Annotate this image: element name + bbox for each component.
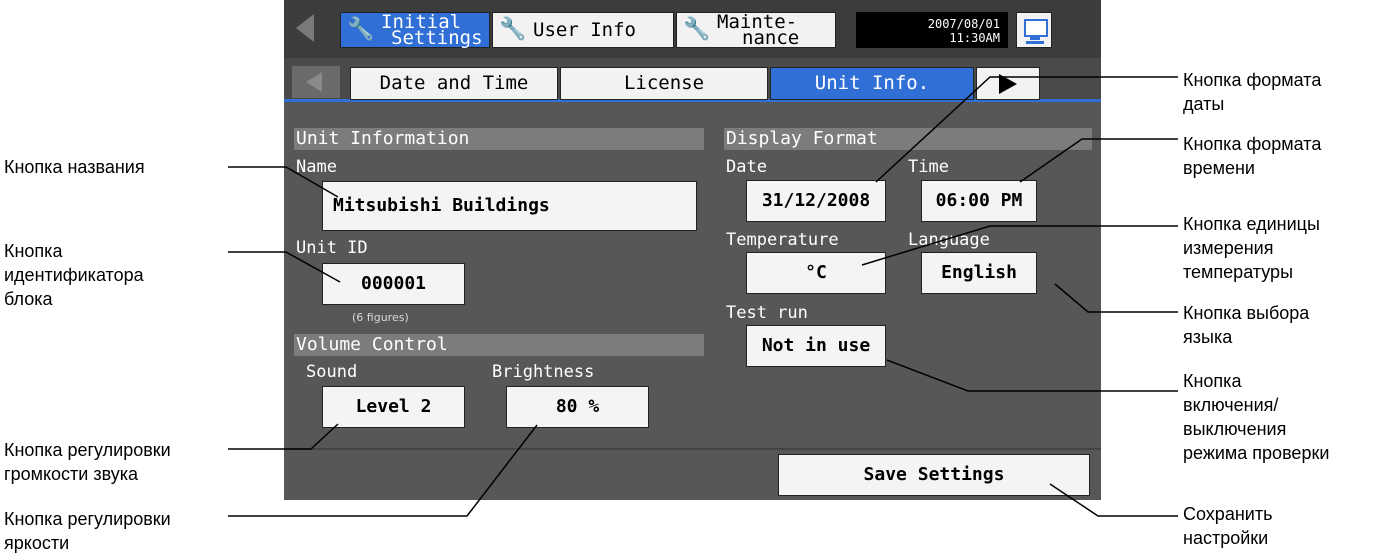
top-menu-bar: 🔧 Initial Settings 🔧 User Info 🔧 Mainte-… [284, 0, 1101, 58]
subtab-license[interactable]: License [560, 67, 768, 100]
clock-time: 11:30AM [949, 31, 1000, 45]
subtab-date-and-time[interactable]: Date and Time [350, 67, 558, 100]
tab-user-info[interactable]: 🔧 User Info [492, 12, 674, 48]
tab-user-info-label: User Info [533, 19, 636, 41]
display-format-header: Display Format [724, 128, 1092, 150]
left-arrow-icon [306, 72, 322, 92]
clock-date: 2007/08/01 [927, 17, 1000, 31]
subtab-bar: Date and Time License Unit Info. [284, 58, 1101, 102]
unit-id-button[interactable]: 000001 [322, 263, 465, 305]
callout-sound-button: Кнопка регулировки громкости звука [4, 440, 171, 484]
tab-maintenance-line2: nance [742, 27, 800, 49]
unit-information-header: Unit Information [294, 128, 704, 150]
temperature-label: Temperature [726, 230, 839, 250]
callout-name-button: Кнопка названия [4, 157, 145, 177]
back-arrow-icon[interactable] [296, 14, 314, 42]
name-label: Name [296, 157, 337, 177]
wrench-icon: 🔧 [499, 17, 527, 42]
right-arrow-icon [999, 74, 1017, 94]
unit-id-label: Unit ID [296, 238, 368, 258]
language-label: Language [908, 230, 990, 250]
clock-display: 2007/08/01 11:30AM [856, 12, 1008, 48]
time-format-button[interactable]: 06:00 PM [921, 180, 1037, 222]
callout-test-run-button: Кнопка включения/ выключения режима пров… [1183, 371, 1330, 463]
tab-initial-settings[interactable]: 🔧 Initial Settings [340, 12, 490, 48]
subtab-unit-info[interactable]: Unit Info. [770, 67, 974, 100]
date-format-button[interactable]: 31/12/2008 [746, 180, 886, 222]
sound-button[interactable]: Level 2 [322, 386, 465, 428]
sound-label: Sound [306, 362, 358, 382]
callout-language-button: Кнопка выбора языка [1183, 303, 1310, 347]
save-settings-button[interactable]: Save Settings [778, 454, 1090, 496]
callout-brightness-button: Кнопка регулировки яркости [4, 509, 171, 553]
callout-temp-unit-button: Кнопка единицы измерения температуры [1183, 214, 1320, 282]
monitor-button[interactable] [1016, 12, 1052, 48]
tab-maintenance[interactable]: 🔧 Mainte- nance [676, 12, 836, 48]
monitor-icon [1024, 19, 1048, 37]
unit-id-note: (6 figures) [352, 311, 409, 324]
divider [284, 448, 1101, 450]
brightness-label: Brightness [492, 362, 595, 382]
temperature-unit-button[interactable]: °C [746, 252, 886, 294]
prev-subtab-button [292, 66, 340, 98]
wrench-icon: 🔧 [683, 17, 711, 42]
tab-initial-settings-line2: Settings [391, 27, 483, 49]
date-label: Date [726, 157, 767, 177]
name-button[interactable]: Mitsubishi Buildings [322, 181, 697, 231]
device-screen: 🔧 Initial Settings 🔧 User Info 🔧 Mainte-… [284, 0, 1101, 500]
callout-date-format-button: Кнопка формата даты [1183, 70, 1322, 114]
next-subtab-button[interactable] [976, 67, 1040, 100]
callout-unit-id-button: Кнопка идентификатора блока [4, 241, 144, 309]
test-run-label: Test run [726, 303, 808, 323]
language-button[interactable]: English [921, 252, 1037, 294]
time-label: Time [908, 157, 949, 177]
brightness-button[interactable]: 80 % [506, 386, 649, 428]
callout-time-format-button: Кнопка формата времени [1183, 134, 1322, 178]
callout-save-button: Сохранить настройки [1183, 504, 1273, 548]
wrench-icon: 🔧 [347, 17, 375, 42]
test-run-button[interactable]: Not in use [746, 325, 886, 367]
volume-control-header: Volume Control [294, 334, 704, 356]
